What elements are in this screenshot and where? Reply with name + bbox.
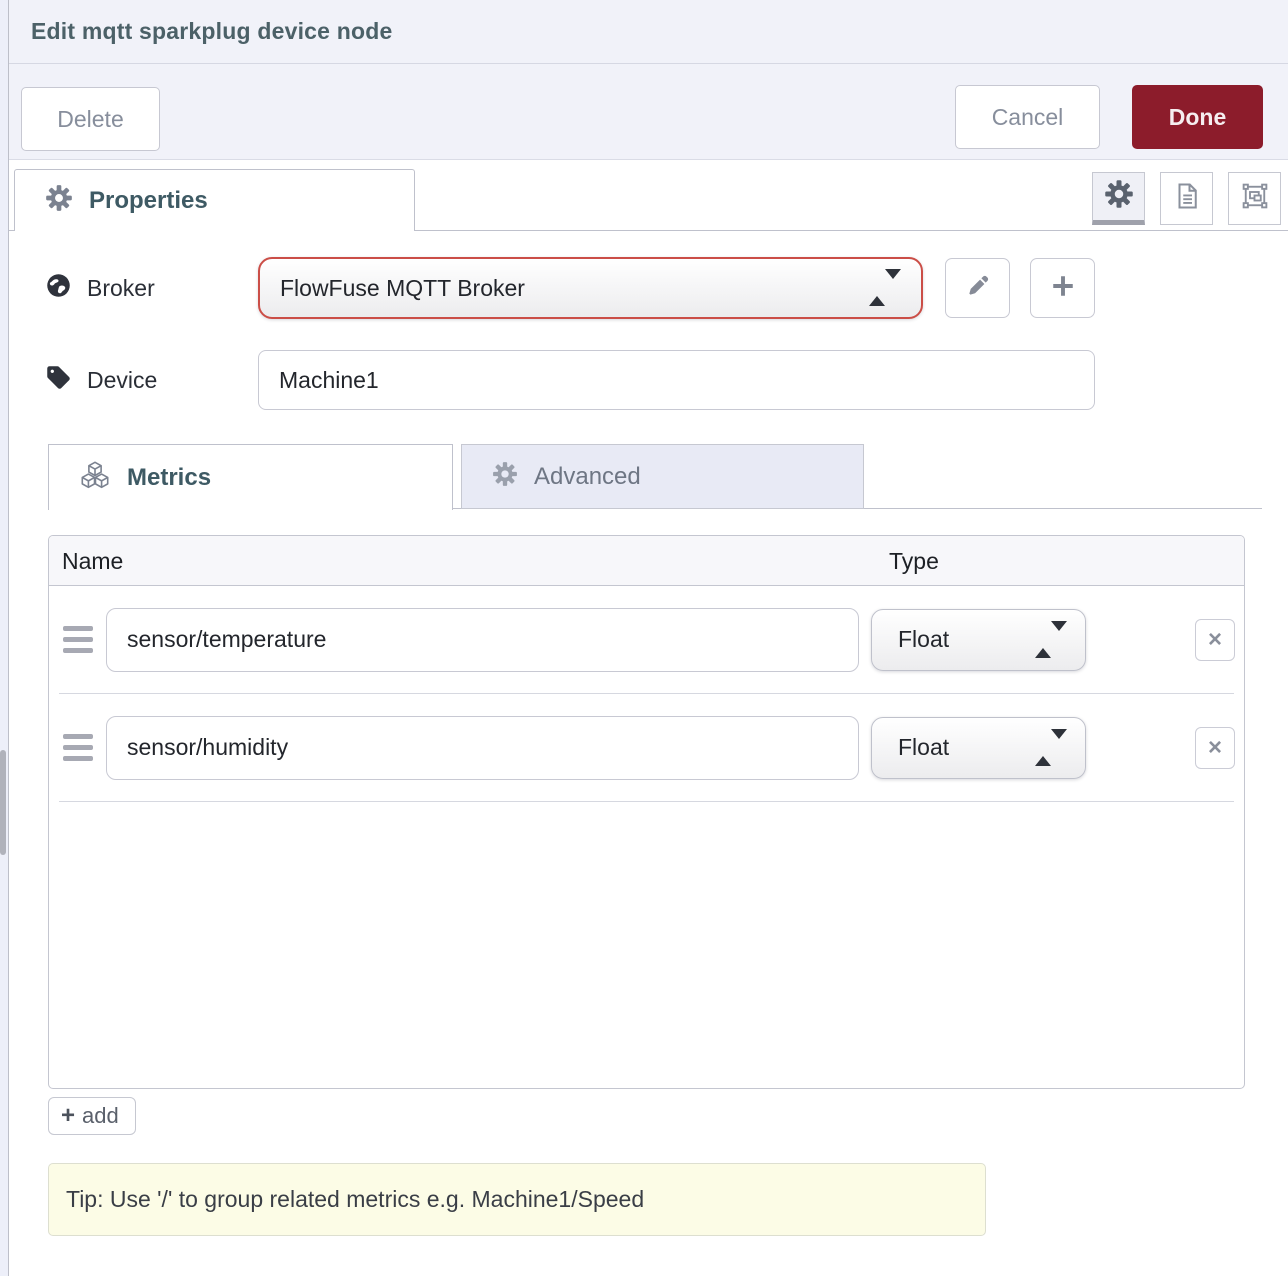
dialog-title: Edit mqtt sparkplug device node bbox=[31, 18, 392, 45]
globe-icon bbox=[45, 272, 72, 305]
metric-type-select[interactable]: Float bbox=[871, 609, 1086, 671]
plus-icon: + bbox=[61, 1104, 75, 1128]
broker-label: Broker bbox=[87, 275, 155, 302]
metrics-tab-bar: Metrics bbox=[48, 444, 1262, 509]
gear-icon bbox=[45, 184, 73, 217]
tip-text: Tip: Use '/' to group related metrics e.… bbox=[66, 1186, 644, 1213]
tab-advanced-label: Advanced bbox=[534, 463, 641, 491]
document-icon bbox=[1172, 181, 1202, 216]
pencil-icon bbox=[965, 273, 991, 304]
remove-metric-button[interactable]: × bbox=[1195, 619, 1235, 661]
tab-advanced[interactable]: Advanced bbox=[461, 444, 864, 509]
tag-icon bbox=[45, 364, 72, 397]
editor-left-edge bbox=[0, 0, 9, 1276]
done-button[interactable]: Done bbox=[1132, 85, 1263, 149]
group-icon bbox=[1240, 181, 1270, 216]
metric-type-select[interactable]: Float bbox=[871, 717, 1086, 779]
delete-button[interactable]: Delete bbox=[21, 87, 160, 151]
cancel-button[interactable]: Cancel bbox=[955, 85, 1100, 149]
scrollbar-thumb[interactable] bbox=[0, 750, 6, 855]
tip-box: Tip: Use '/' to group related metrics e.… bbox=[48, 1163, 986, 1236]
metrics-table-header: Name Type bbox=[49, 536, 1244, 586]
broker-label-group: Broker bbox=[45, 272, 258, 305]
tab-properties-label: Properties bbox=[89, 187, 208, 215]
metric-type-value: Float bbox=[872, 626, 949, 653]
panel-properties-button[interactable] bbox=[1092, 172, 1145, 225]
device-label-group: Device bbox=[45, 364, 258, 397]
select-arrows-icon bbox=[1035, 739, 1067, 757]
type-column-header: Type bbox=[889, 548, 939, 575]
select-arrows-icon bbox=[1035, 631, 1067, 649]
name-column-header: Name bbox=[62, 548, 123, 575]
properties-tab-bar: Properties bbox=[9, 160, 1288, 231]
cubes-icon bbox=[79, 461, 111, 495]
broker-select-value: FlowFuse MQTT Broker bbox=[260, 275, 525, 302]
dialog-toolbar: Delete Cancel Done bbox=[9, 64, 1288, 160]
tab-properties[interactable]: Properties bbox=[14, 169, 415, 231]
add-metric-button[interactable]: + add bbox=[48, 1097, 136, 1135]
panel-description-button[interactable] bbox=[1160, 172, 1213, 225]
device-row: Device bbox=[9, 350, 1288, 410]
metric-row: Float × bbox=[49, 586, 1244, 693]
gear-icon bbox=[492, 461, 518, 492]
metric-name-input[interactable] bbox=[106, 608, 859, 672]
drag-handle-icon[interactable] bbox=[63, 626, 93, 653]
broker-row: Broker FlowFuse MQTT Broker bbox=[9, 256, 1288, 320]
broker-select[interactable]: FlowFuse MQTT Broker bbox=[258, 257, 923, 319]
edit-broker-button[interactable] bbox=[945, 258, 1010, 318]
plus-icon bbox=[1050, 273, 1076, 304]
metric-name-input[interactable] bbox=[106, 716, 859, 780]
panel-appearance-button[interactable] bbox=[1228, 172, 1281, 225]
row-divider bbox=[59, 801, 1234, 802]
metric-type-value: Float bbox=[872, 734, 949, 761]
metric-row: Float × bbox=[49, 694, 1244, 801]
device-label: Device bbox=[87, 367, 157, 394]
tab-metrics[interactable]: Metrics bbox=[48, 444, 453, 510]
edit-node-dialog: Edit mqtt sparkplug device node Delete C… bbox=[9, 0, 1288, 1276]
gear-icon bbox=[1104, 179, 1134, 214]
device-input[interactable] bbox=[258, 350, 1095, 410]
node-properties-form: Broker FlowFuse MQTT Broker bbox=[9, 256, 1288, 1236]
drag-handle-icon[interactable] bbox=[63, 734, 93, 761]
select-arrows-icon bbox=[869, 279, 901, 297]
node-red-edit-tray: Edit mqtt sparkplug device node Delete C… bbox=[0, 0, 1288, 1276]
metrics-table: Name Type Float × F bbox=[48, 535, 1245, 1089]
dialog-header: Edit mqtt sparkplug device node bbox=[9, 0, 1288, 64]
tab-metrics-label: Metrics bbox=[127, 464, 211, 492]
add-broker-button[interactable] bbox=[1030, 258, 1095, 318]
add-metric-label: add bbox=[82, 1103, 119, 1129]
remove-metric-button[interactable]: × bbox=[1195, 727, 1235, 769]
